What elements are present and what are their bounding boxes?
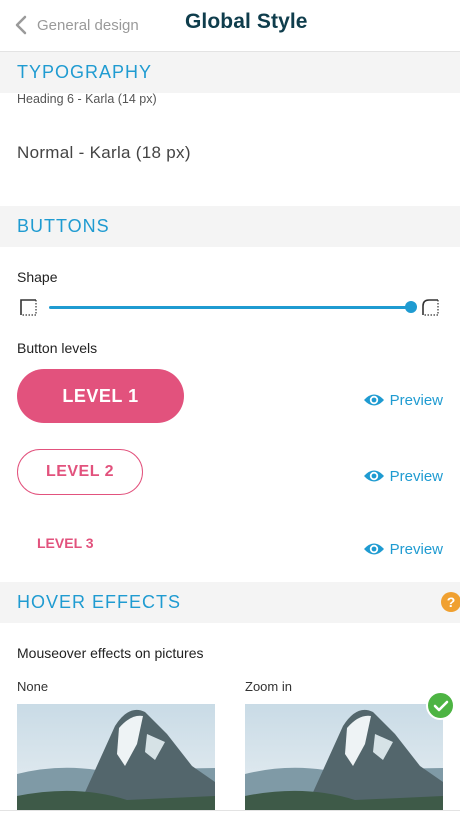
preview-label: Preview [389,391,443,409]
hover-option-zoom-in-thumbnail[interactable] [245,704,443,810]
shape-label: Shape [17,269,58,285]
rounded-corner-icon [422,299,439,316]
buttons-section-header: BUTTONS [0,206,460,247]
button-levels-label: Button levels [17,340,98,356]
top-bar: General design Global Style [0,0,460,52]
mouseover-effects-label: Mouseover effects on pictures [17,645,204,661]
preview-label: Preview [389,467,443,485]
question-icon[interactable]: ? [441,592,460,612]
eye-icon [363,394,384,406]
check-icon [433,700,448,711]
hover-effects-section-title: HOVER EFFECTS [17,592,182,612]
typography-section-title: TYPOGRAPHY [17,62,153,82]
buttons-section-title: BUTTONS [17,216,110,236]
shape-slider[interactable] [17,296,445,320]
level1-button[interactable]: LEVEL 1 [17,369,184,423]
slider-track[interactable] [49,306,411,309]
eye-icon [363,470,384,482]
heading6-sample[interactable]: Heading 6 - Karla (14 px) [17,92,157,106]
preview-label: Preview [389,540,443,558]
level2-preview-link[interactable]: Preview [363,465,443,487]
chevron-left-icon [15,15,27,35]
bottom-divider [0,810,460,811]
hover-option-none-thumbnail[interactable] [17,704,215,810]
back-button[interactable]: General design [14,12,139,38]
level3-preview-link[interactable]: Preview [363,538,443,560]
level3-button[interactable]: LEVEL 3 [37,535,94,551]
option-none-label: None [17,679,49,694]
eye-icon [363,543,384,555]
mountain-image [17,704,215,810]
typography-section-header: TYPOGRAPHY [0,52,460,93]
page-title: Global Style [185,10,308,33]
normal-text-sample[interactable]: Normal - Karla (18 px) [17,143,191,163]
level2-button[interactable]: LEVEL 2 [17,449,143,495]
back-label: General design [37,16,139,34]
slider-thumb[interactable] [405,301,417,313]
selected-check-badge [426,691,455,720]
level1-preview-link[interactable]: Preview [363,389,443,411]
mountain-image [245,704,443,810]
hover-effects-section-header: HOVER EFFECTS [0,582,460,623]
option-zoom-in-label: Zoom in [245,679,292,694]
square-corner-icon [20,299,37,316]
